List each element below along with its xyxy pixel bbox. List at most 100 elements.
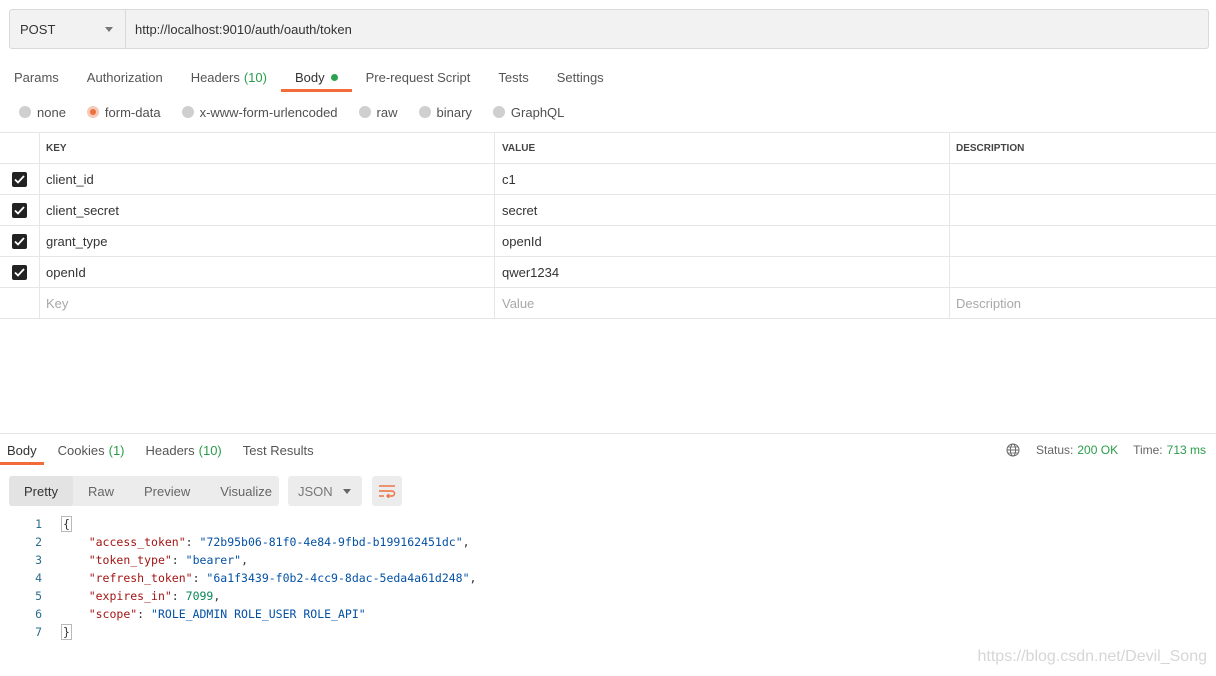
response-tab-cookies[interactable]: Cookies (1) [51,435,132,465]
description-cell[interactable] [950,164,1216,194]
tab-params[interactable]: Params [0,62,73,92]
tab-body[interactable]: Body [280,62,352,92]
wrap-lines-button[interactable] [372,476,402,506]
wrap-lines-icon [379,485,396,498]
json-value-access-token: 72b95b06-81f0-4e84-9fbd-b199162451dc [206,535,456,549]
radio-label: x-www-form-urlencoded [199,104,338,120]
key-cell[interactable]: client_secret [40,195,495,225]
json-value-scope: ROLE_ADMIN ROLE_USER ROLE_API [157,607,359,621]
key-cell[interactable]: client_id [40,164,495,194]
checkmark-icon [14,205,25,215]
checkbox[interactable] [12,233,27,249]
checkbox[interactable] [12,202,27,218]
code-line: 5 "expires_in": 7099, [0,587,476,605]
request-tabs: Params Authorization Headers (10) Body Pr… [0,62,618,92]
checkbox[interactable] [12,171,27,187]
line-number: 1 [35,517,42,531]
json-value-refresh-token: 6a1f3439-f0b2-4cc9-8dac-5eda4a61d248 [213,571,463,585]
url-input[interactable]: http://localhost:9010/auth/oauth/token [126,10,1208,48]
code-line: 7} [0,623,476,641]
form-data-table: KEY VALUE DESCRIPTION client_id c1 clien… [0,132,1216,319]
radio-label: none [37,104,66,120]
tab-label: Authorization [86,69,163,85]
key-cell[interactable]: openId [40,257,495,287]
time-value: 713 ms [1166,443,1206,457]
radio-selected-icon [86,106,99,118]
description-cell[interactable] [950,226,1216,256]
column-header-description: DESCRIPTION [956,142,1025,154]
new-description-input[interactable]: Description [950,288,1216,318]
format-select[interactable]: JSON [288,476,362,506]
value-cell[interactable]: qwer1234 [495,257,950,287]
response-tab-headers[interactable]: Headers (10) [139,435,229,465]
json-value-token-type: bearer [192,553,235,567]
tab-pre-request-script[interactable]: Pre-request Script [352,62,485,92]
line-number: 4 [35,571,42,585]
value-cell[interactable]: secret [495,195,950,225]
check-cell [0,226,40,256]
view-mode-preview[interactable]: Preview [129,476,205,506]
radio-binary[interactable]: binary [418,104,472,120]
header-check-cell [0,133,40,163]
value-cell[interactable]: c1 [495,164,950,194]
tab-label: Tests [498,69,529,85]
checkbox[interactable] [12,264,27,280]
tab-tests[interactable]: Tests [484,62,542,92]
radio-graphql[interactable]: GraphQL [492,104,565,120]
status-value: 200 OK [1077,443,1119,457]
view-mode-visualize[interactable]: Visualize [205,476,287,506]
column-header-value: VALUE [495,133,950,163]
tab-label: Body [7,442,37,458]
new-key-input[interactable]: Key [40,288,495,318]
new-value-input[interactable]: Value [495,288,950,318]
line-number: 3 [35,553,42,567]
line-number: 6 [35,607,42,621]
view-mode-raw[interactable]: Raw [73,476,129,506]
body-type-radio-group: none form-data x-www-form-urlencoded raw… [19,102,585,122]
radio-icon [418,106,431,118]
globe-icon[interactable] [1006,443,1020,457]
radio-x-www-form-urlencoded[interactable]: x-www-form-urlencoded [181,104,338,120]
response-tab-body[interactable]: Body [0,435,44,465]
checkmark-icon [14,174,25,184]
tab-label: Pre-request Script [365,69,471,85]
radio-form-data[interactable]: form-data [86,105,161,120]
code-line: 3 "token_type": "bearer", [0,551,476,569]
radio-icon [19,106,31,118]
description-cell[interactable] [950,257,1216,287]
response-body-code[interactable]: 1{ 2 "access_token": "72b95b06-81f0-4e84… [0,515,476,641]
tab-settings[interactable]: Settings [543,62,618,92]
key-cell[interactable]: grant_type [40,226,495,256]
code-line: 1{ [0,515,476,533]
checkmark-icon [14,267,25,277]
response-tab-test-results[interactable]: Test Results [236,435,321,465]
url-value: http://localhost:9010/auth/oauth/token [135,21,352,37]
radio-label: raw [376,104,398,120]
radio-none[interactable]: none [19,105,66,120]
tab-label: Cookies [57,442,105,458]
json-brace-open: { [61,516,72,532]
tab-label: Settings [556,69,604,85]
tab-count: (10) [243,69,267,85]
description-cell[interactable] [950,195,1216,225]
check-cell [0,288,40,318]
tab-label: Body [294,69,325,85]
format-label: JSON [298,483,333,499]
check-cell [0,257,40,287]
radio-label: GraphQL [510,104,565,120]
value-cell[interactable]: openId [495,226,950,256]
tab-label: Params [14,69,59,85]
json-value-expires-in: 7099 [185,589,214,603]
view-mode-pretty[interactable]: Pretty [9,476,73,506]
watermark: https://blog.csdn.net/Devil_Song [977,648,1207,665]
code-line: 2 "access_token": "72b95b06-81f0-4e84-9f… [0,533,476,551]
chevron-down-icon [105,27,113,32]
table-row-new: Key Value Description [0,288,1216,319]
tab-headers[interactable]: Headers (10) [177,62,281,92]
tab-authorization[interactable]: Authorization [73,62,177,92]
radio-raw[interactable]: raw [358,104,398,120]
column-header-key: KEY [40,133,495,163]
radio-label: binary [436,104,472,120]
status-label: Status: [1036,443,1074,457]
method-select[interactable]: POST [10,10,126,48]
